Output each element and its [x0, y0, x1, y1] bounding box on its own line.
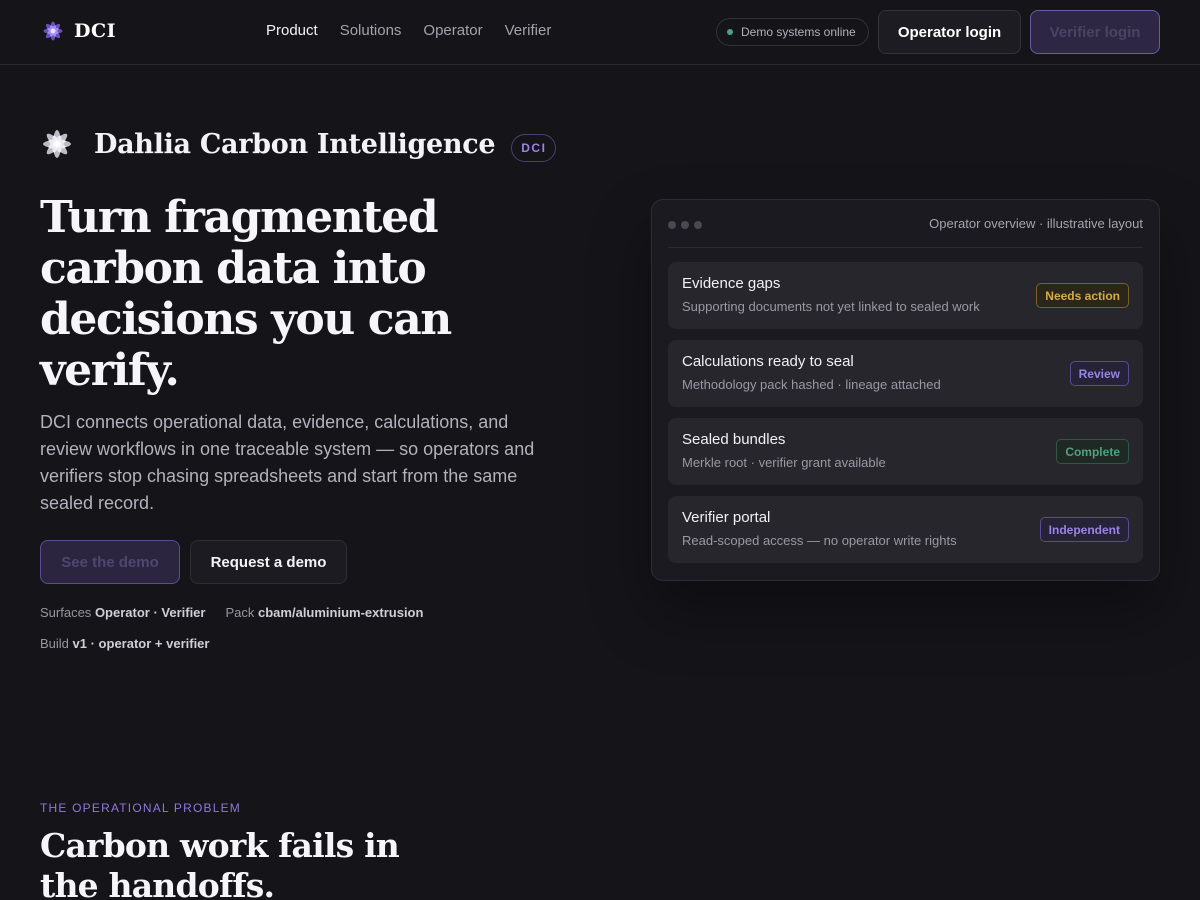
- status-tag: Complete: [1056, 439, 1129, 464]
- meta-surfaces: Surfaces Operator · Verifier: [40, 605, 205, 620]
- meta-build: Build v1 · operator + verifier: [40, 636, 209, 651]
- window-dot-icon: [694, 221, 702, 229]
- nav-logo[interactable]: DCI: [42, 20, 116, 42]
- hero-description: DCI connects operational data, evidence,…: [40, 412, 535, 513]
- row-title: Calculations ready to seal: [682, 353, 854, 370]
- overview-row-evidence-gaps: Evidence gaps Supporting documents not y…: [668, 262, 1143, 329]
- status-dot-icon: [727, 29, 733, 35]
- row-subtitle: Methodology pack hashed · lineage attach…: [682, 377, 941, 392]
- meta-surfaces-value: Operator · Verifier: [94, 605, 206, 620]
- hero-headline: Turn fragmented carbon data into decisio…: [40, 192, 452, 396]
- window-dots: [668, 221, 702, 229]
- dahlia-flower-icon: [43, 21, 63, 41]
- row-subtitle: Supporting documents not yet linked to s…: [682, 299, 980, 314]
- meta-surfaces-label: Surfaces: [40, 605, 92, 620]
- row-subtitle: Read-scoped access — no operator write r…: [682, 533, 957, 548]
- status-tag: Independent: [1039, 517, 1129, 542]
- request-demo-button[interactable]: Request a demo: [190, 540, 347, 584]
- row-title: Evidence gaps: [682, 275, 781, 292]
- operator-overview-panel: Operator overview · illustrative layout …: [651, 199, 1160, 581]
- nav-link-product[interactable]: Product: [266, 22, 318, 39]
- system-status-badge: Demo systems online: [716, 18, 869, 46]
- nav-link-solutions[interactable]: Solutions: [340, 22, 402, 39]
- overview-row-sealed-bundles: Sealed bundles Merkle root · verifier gr…: [668, 418, 1143, 485]
- hero-brand: Dahlia Carbon Intelligence DCI: [40, 126, 557, 162]
- window-dot-icon: [668, 221, 676, 229]
- nav-link-verifier[interactable]: Verifier: [505, 22, 552, 39]
- overview-row-calculations: Calculations ready to seal Methodology p…: [668, 340, 1143, 407]
- dahlia-flower-icon: [43, 130, 71, 158]
- meta-pack-value: cbam/aluminium-extrusion: [258, 605, 424, 620]
- top-nav: DCI Product Solutions Operator Verifier …: [0, 0, 1200, 65]
- nav-link-operator[interactable]: Operator: [423, 22, 482, 39]
- row-title: Verifier portal: [682, 509, 771, 526]
- overview-row-verifier-portal: Verifier portal Read-scoped access — no …: [668, 496, 1143, 563]
- meta-build-label: Build: [40, 636, 69, 651]
- section-eyebrow: THE OPERATIONAL PROBLEM: [40, 801, 241, 815]
- system-status-text: Demo systems online: [741, 25, 856, 39]
- panel-header: Operator overview · illustrative layout: [668, 213, 1143, 248]
- nav-brand: DCI: [74, 20, 116, 42]
- brand-badge: DCI: [511, 134, 557, 162]
- meta-pack: Pack cbam/aluminium-extrusion: [225, 605, 423, 620]
- window-dot-icon: [681, 221, 689, 229]
- status-tag: Needs action: [1036, 283, 1129, 308]
- meta-build-value: v1 · operator + verifier: [72, 636, 210, 651]
- hero-meta-row: Surfaces Operator · Verifier Pack cbam/a…: [40, 605, 423, 620]
- row-subtitle: Merkle root · verifier grant available: [682, 455, 886, 470]
- meta-pack-label: Pack: [225, 605, 255, 620]
- section-title: Carbon work fails in the handoffs.: [40, 826, 400, 900]
- status-tag: Review: [1069, 361, 1129, 386]
- see-demo-button[interactable]: See the demo: [40, 540, 180, 584]
- row-title: Sealed bundles: [682, 431, 786, 448]
- panel-caption: Operator overview · illustrative layout: [929, 216, 1143, 231]
- verifier-login-button[interactable]: Verifier login: [1030, 10, 1160, 54]
- brand-name: Dahlia Carbon Intelligence: [94, 128, 496, 160]
- primary-nav: Product Solutions Operator Verifier: [266, 22, 551, 39]
- operator-login-button[interactable]: Operator login: [878, 10, 1021, 54]
